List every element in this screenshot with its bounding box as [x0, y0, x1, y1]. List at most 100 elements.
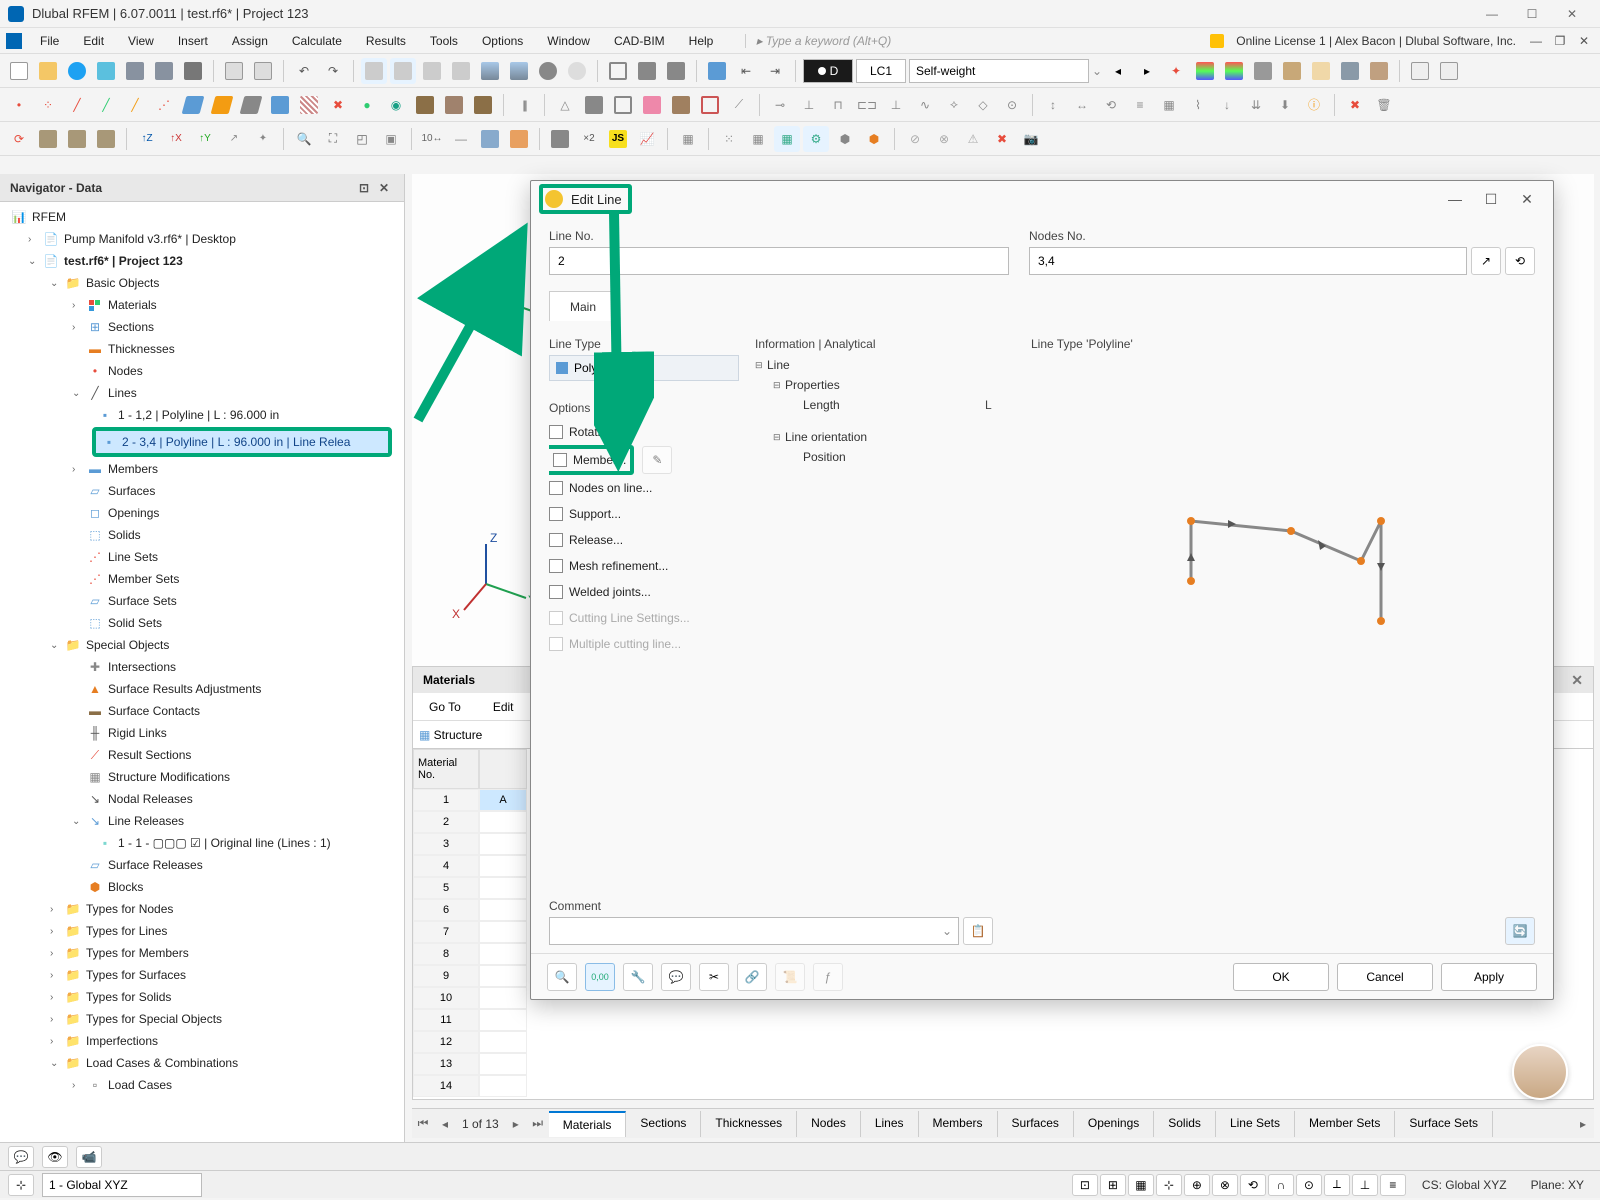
grid-lines-icon[interactable]: ▦ — [745, 126, 771, 152]
cancel-button[interactable]: Cancel — [1337, 963, 1433, 991]
link-pink-icon[interactable] — [639, 92, 665, 118]
opt-nodesonline[interactable]: Nodes on line... — [549, 475, 739, 501]
zoom-icon[interactable]: 🔍 — [291, 126, 317, 152]
bottom-tab[interactable]: Surfaces — [998, 1111, 1074, 1137]
materials-goto[interactable]: Go To — [419, 697, 471, 717]
snap-9-icon[interactable]: ⊙ — [1296, 1174, 1322, 1196]
menu-results[interactable]: Results — [354, 30, 418, 52]
tree-types-lines[interactable]: ›📁Types for Lines — [2, 920, 402, 942]
menu-view[interactable]: View — [116, 30, 166, 52]
open-icon[interactable] — [35, 58, 61, 84]
cs-icon[interactable]: ⊹ — [8, 1174, 34, 1196]
palette-2-icon[interactable] — [1221, 58, 1247, 84]
status-video-icon[interactable]: 📹 — [76, 1146, 102, 1168]
menu-edit[interactable]: Edit — [71, 30, 116, 52]
cloud-icon[interactable] — [64, 58, 90, 84]
bottom-tab[interactable]: Thicknesses — [701, 1111, 797, 1137]
grid-active-icon[interactable]: ▦ — [774, 126, 800, 152]
tree-lcc[interactable]: ⌄📁Load Cases & Combinations — [2, 1052, 402, 1074]
red-x-icon[interactable]: ✖ — [325, 92, 351, 118]
tree-blocks[interactable]: ⬢Blocks — [2, 876, 402, 898]
beam-sup-icon[interactable]: ⊥ — [883, 92, 909, 118]
avatar[interactable] — [1512, 1044, 1568, 1100]
tree-imperfections[interactable]: ›📁Imperfections — [2, 1030, 402, 1052]
support-1-icon[interactable]: △ — [552, 92, 578, 118]
surf-shade-icon[interactable] — [477, 126, 503, 152]
grid-icon[interactable] — [448, 58, 474, 84]
tab-scroll-right-icon[interactable]: ▸ — [1572, 1117, 1594, 1131]
frame-icon[interactable] — [605, 58, 631, 84]
tree-sm[interactable]: ▦Structure Modifications — [2, 766, 402, 788]
loadln-icon[interactable]: ⇊ — [1243, 92, 1269, 118]
tree-model-1[interactable]: ›📄Pump Manifold v3.rf6* | Desktop — [2, 228, 402, 250]
lines-green-icon[interactable]: ╱ — [93, 92, 119, 118]
brown-1-icon[interactable] — [412, 92, 438, 118]
opt-release[interactable]: Release... — [549, 527, 739, 553]
star-icon[interactable]: ✦ — [1163, 58, 1189, 84]
warn-icon[interactable]: ⚠ — [960, 126, 986, 152]
dialog-titlebar[interactable]: Edit Line — ☐ ✕ — [531, 181, 1553, 217]
tree-sections[interactable]: ›⊞Sections — [2, 316, 402, 338]
bottom-tab[interactable]: Solids — [1154, 1111, 1216, 1137]
weld-icon[interactable]: ⌇ — [1185, 92, 1211, 118]
bottom-tab[interactable]: Surface Sets — [1395, 1111, 1493, 1137]
tree-types-surfaces[interactable]: ›📁Types for Surfaces — [2, 964, 402, 986]
t-icon[interactable] — [634, 58, 660, 84]
lines-red-icon[interactable]: ╱ — [64, 92, 90, 118]
tree-materials[interactable]: ›Materials — [2, 294, 402, 316]
x2-icon[interactable]: ×2 — [576, 126, 602, 152]
linetype-combo[interactable]: Polyline — [549, 355, 739, 381]
snap-8-icon[interactable]: ∩ — [1268, 1174, 1294, 1196]
vis-1-icon[interactable] — [547, 126, 573, 152]
snap-icon[interactable] — [663, 58, 689, 84]
split-icon[interactable] — [419, 58, 445, 84]
tree-lines[interactable]: ⌄╱Lines — [2, 382, 402, 404]
materials-edit[interactable]: Edit — [483, 697, 524, 717]
menu-tools[interactable]: Tools — [418, 30, 470, 52]
tree-lrel-1[interactable]: ▪1 - 1 - ▢▢▢ ☑ | Original line (Lines : … — [2, 832, 402, 854]
arrow-right-icon[interactable]: ⇥ — [762, 58, 788, 84]
tree-rl[interactable]: ╫Rigid Links — [2, 722, 402, 744]
opt-mesh[interactable]: Mesh refinement... — [549, 553, 739, 579]
cube-1-icon[interactable] — [35, 126, 61, 152]
delete-ent-icon[interactable]: ✖ — [1342, 92, 1368, 118]
lc-next-icon[interactable]: ▸ — [1134, 58, 1160, 84]
tree-line-2[interactable]: ▪2 - 3,4 | Polyline | L : 96.000 in | Li… — [96, 431, 388, 453]
tree-basic-objects[interactable]: ⌄📁Basic Objects — [2, 272, 402, 294]
tree-types-members[interactable]: ›📁Types for Members — [2, 942, 402, 964]
info-icon[interactable]: ⓘ — [1301, 92, 1327, 118]
material-row[interactable]: 13 — [413, 1053, 1593, 1075]
render-1-icon[interactable] — [535, 58, 561, 84]
snap-7-icon[interactable]: ⟲ — [1240, 1174, 1266, 1196]
js-icon[interactable]: JS — [605, 126, 631, 152]
bottom-tab[interactable]: Line Sets — [1216, 1111, 1295, 1137]
cube-3-icon[interactable] — [93, 126, 119, 152]
mdi-minimize[interactable]: — — [1524, 34, 1548, 48]
chart-line-icon[interactable]: 📈 — [634, 126, 660, 152]
line-no-input[interactable]: 2 — [549, 247, 1009, 275]
menu-calculate[interactable]: Calculate — [280, 30, 354, 52]
lines-mix-icon[interactable]: ⋰ — [151, 92, 177, 118]
tree-types-nodes[interactable]: ›📁Types for Nodes — [2, 898, 402, 920]
tree-solidsets[interactable]: ⬚Solid Sets — [2, 612, 402, 634]
surf-1-icon[interactable] — [180, 92, 206, 118]
tree-surfacesets[interactable]: ▱Surface Sets — [2, 590, 402, 612]
spring-icon[interactable]: ⟡ — [941, 92, 967, 118]
hinge-dot-icon[interactable]: ⊙ — [999, 92, 1025, 118]
tree-membersets[interactable]: ⋰Member Sets — [2, 568, 402, 590]
rel-horiz-icon[interactable]: ↔ — [1069, 92, 1095, 118]
opt-rotation[interactable]: Rotation... — [549, 419, 739, 445]
render-2-icon[interactable] — [564, 58, 590, 84]
mdi-close[interactable]: ✕ — [1572, 34, 1596, 48]
loadcase-name[interactable]: Self-weight — [909, 59, 1089, 83]
tree-loadcases[interactable]: ›▫Load Cases — [2, 1074, 402, 1096]
green-check-icon[interactable]: ● — [354, 92, 380, 118]
menu-insert[interactable]: Insert — [166, 30, 220, 52]
snap-4-icon[interactable]: ⊹ — [1156, 1174, 1182, 1196]
trash-icon[interactable]: 🗑 — [1371, 92, 1397, 118]
tab-main[interactable]: Main — [549, 291, 617, 321]
camera-icon[interactable]: 📷 — [1018, 126, 1044, 152]
nodes-no-input[interactable]: 3,4 — [1029, 247, 1467, 275]
plausibility-icon[interactable]: 🔧 — [623, 963, 653, 991]
tree-line-1[interactable]: ▪1 - 1,2 | Polyline | L : 96.000 in — [2, 404, 402, 426]
